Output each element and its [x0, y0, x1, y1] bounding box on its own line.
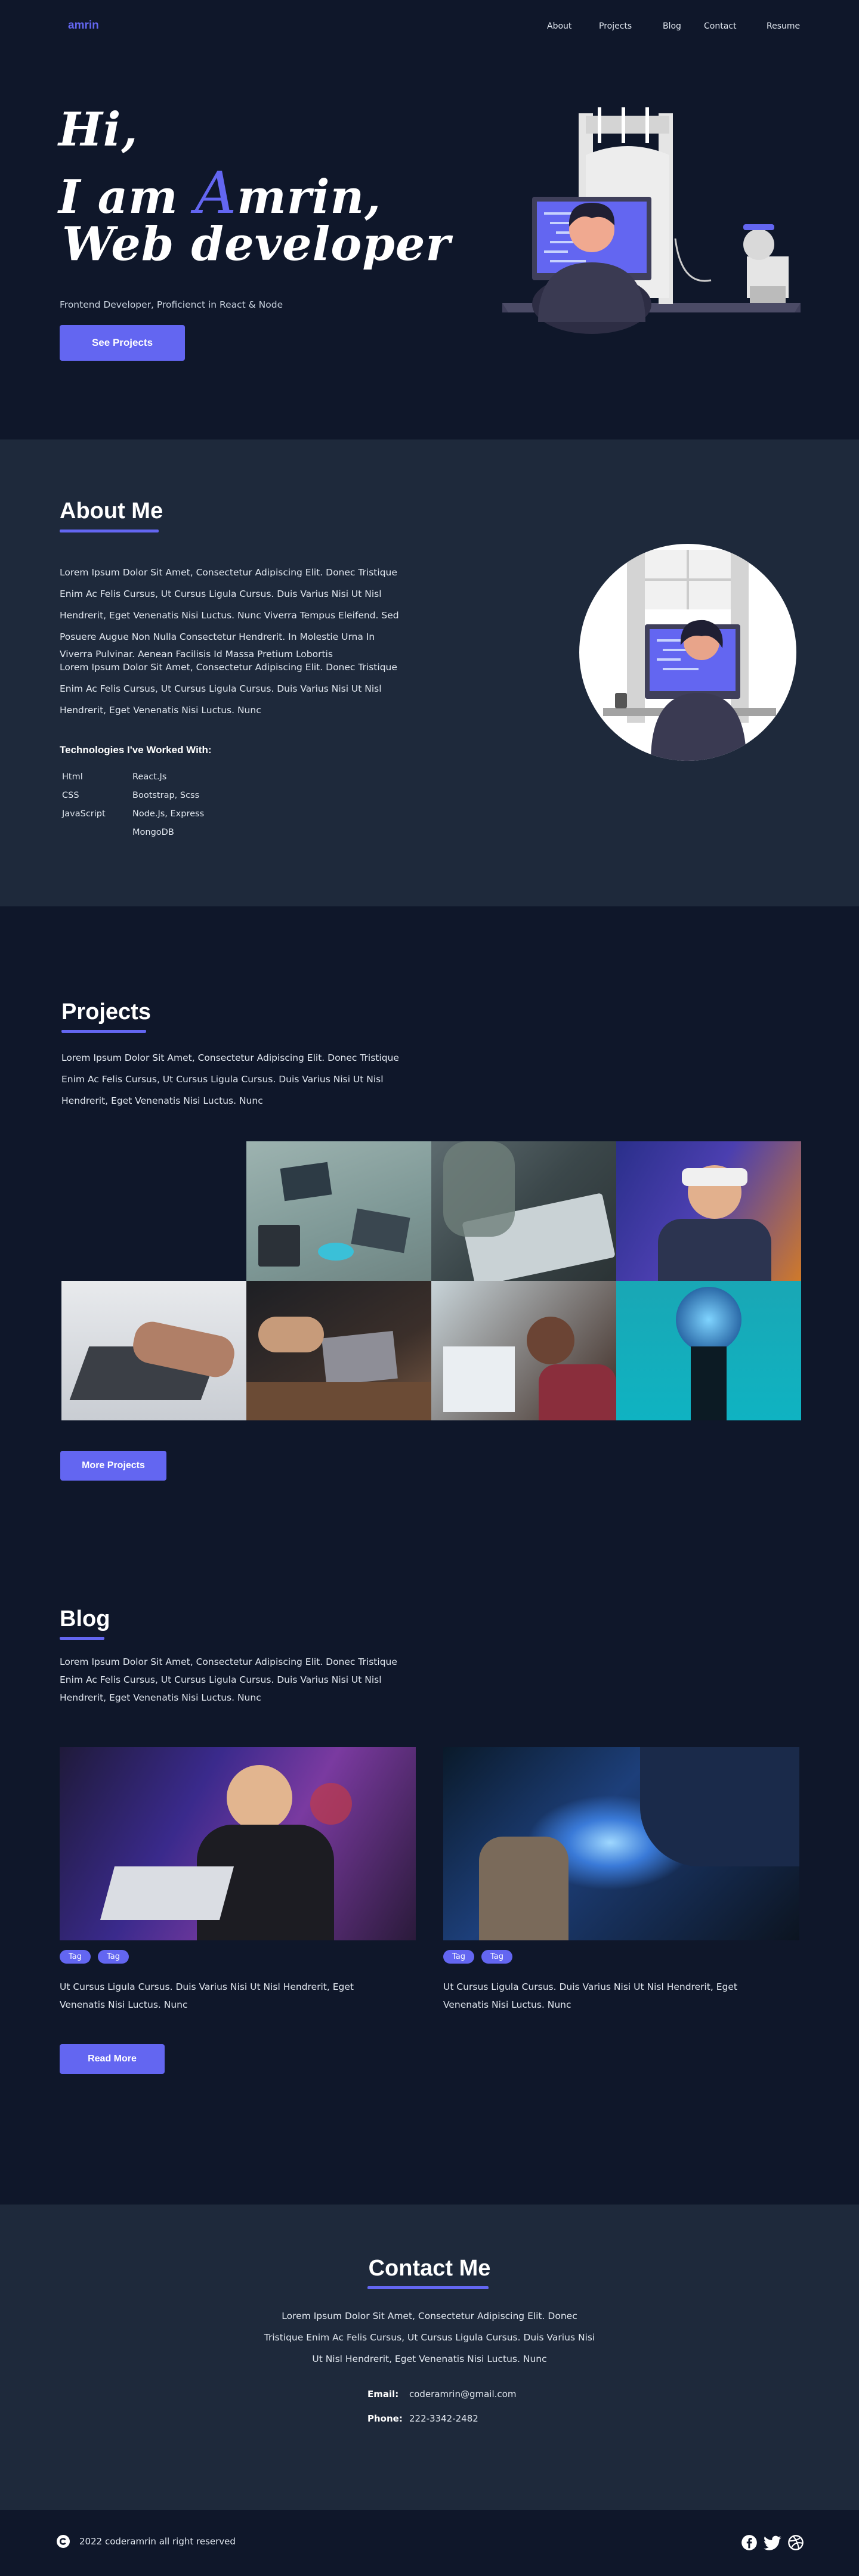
projects-text: Lorem Ipsum Dolor Sit Amet, Consectetur … — [61, 1047, 443, 1111]
about-line: Viverra Pulvinar. Aenean Facilisis Id Ma… — [60, 649, 333, 660]
email-label: Email: — [367, 2389, 399, 2399]
phone-label: Phone: — [367, 2413, 403, 2424]
project-photo-desk-laptops[interactable] — [246, 1141, 431, 1281]
blog-post-excerpt: Ut Cursus Ligula Cursus. Duis Varius Nis… — [60, 1978, 416, 2014]
tech-item: Bootstrap, Scss — [132, 791, 200, 800]
projects-line: Enim Ac Felis Cursus, Ut Cursus Ligula C… — [61, 1074, 384, 1085]
about-title-underline — [60, 530, 159, 532]
project-photo-meeting[interactable] — [246, 1281, 431, 1420]
tech-item: Html — [62, 772, 83, 782]
projects-line: Lorem Ipsum Dolor Sit Amet, Consectetur … — [61, 1052, 399, 1063]
blog-post-image[interactable] — [443, 1747, 799, 1940]
project-photo-group-students[interactable] — [431, 1281, 616, 1420]
blog-post-tags: Tag Tag — [60, 1950, 136, 1964]
contact-line: Ut Nisl Hendrerit, Eget Venenatis Nisi L… — [312, 2354, 547, 2364]
tech-item: MongoDB — [132, 828, 174, 837]
contact-title-underline — [367, 2286, 489, 2289]
about-illustration — [579, 544, 796, 761]
facebook-icon[interactable] — [741, 2534, 758, 2551]
nav-projects[interactable]: Projects — [599, 21, 632, 31]
tag-badge[interactable]: Tag — [481, 1950, 513, 1964]
contact-line: Tristique Enim Ac Felis Cursus, Ut Cursu… — [264, 2332, 595, 2343]
blog-post-tags: Tag Tag — [443, 1950, 520, 1964]
blog-post-excerpt: Ut Cursus Ligula Cursus. Duis Varius Nis… — [443, 1978, 799, 2014]
tech-title: Technologies I've Worked With: — [60, 744, 212, 756]
tech-item: Node.Js, Express — [132, 809, 205, 819]
about-line: Posuere Augue Non Nulla Consectetur Hend… — [60, 631, 375, 642]
blog-title-underline — [60, 1637, 104, 1640]
contact-email-row: Email: coderamrin@gmail.com — [367, 2389, 516, 2399]
hero-subtitle: Frontend Developer, Proficienct in React… — [60, 299, 283, 310]
tag-badge[interactable]: Tag — [443, 1950, 475, 1964]
tag-badge[interactable]: Tag — [60, 1950, 91, 1964]
projects-title-underline — [61, 1030, 146, 1033]
blog-text: Lorem Ipsum Dolor Sit Amet, Consectetur … — [60, 1653, 441, 1707]
copyright-text: 2022 coderamrin all right reserved — [79, 2536, 236, 2547]
contact-phone-row: Phone: 222-3342-2482 — [367, 2413, 478, 2424]
tech-item: JavaScript — [62, 809, 106, 819]
site-logo[interactable]: amrin — [68, 19, 99, 32]
excerpt-line: Ut Cursus Ligula Cursus. Duis Varius Nis… — [60, 1981, 354, 1992]
blog-line: Lorem Ipsum Dolor Sit Amet, Consectetur … — [60, 1657, 397, 1667]
hero-name-post: mrin, — [237, 170, 382, 224]
hero-role: Web developer — [62, 217, 451, 271]
blog-line: Enim Ac Felis Cursus, Ut Cursus Ligula C… — [60, 1674, 382, 1685]
nav-resume[interactable]: Resume — [767, 21, 800, 31]
hero-illustration — [502, 107, 801, 334]
hero-name-pre: I am — [58, 170, 195, 224]
tech-list-left: Html CSS JavaScript — [62, 768, 106, 823]
dribbble-icon[interactable] — [787, 2534, 804, 2551]
about-line: Lorem Ipsum Dolor Sit Amet, Consectetur … — [60, 567, 397, 578]
contact-text: Lorem Ipsum Dolor Sit Amet, Consectetur … — [0, 2305, 859, 2370]
nav-about[interactable]: About — [547, 21, 571, 31]
nav-contact[interactable]: Contact — [704, 21, 736, 31]
hero-greeting: Hi, — [58, 103, 138, 157]
projects-line: Hendrerit, Eget Venenatis Nisi Luctus. N… — [61, 1095, 263, 1106]
contact-title: Contact Me — [368, 2256, 491, 2281]
excerpt-line: Ut Cursus Ligula Cursus. Duis Varius Nis… — [443, 1981, 737, 1992]
tech-list-right: React.Js Bootstrap, Scss Node.Js, Expres… — [132, 768, 204, 842]
about-line: Hendrerit, Eget Venenatis Nisi Luctus. N… — [60, 705, 261, 716]
contact-line: Lorem Ipsum Dolor Sit Amet, Consectetur … — [282, 2311, 577, 2321]
excerpt-line: Venenatis Nisi Luctus. Nunc — [60, 1999, 188, 2010]
about-line: Enim Ac Felis Cursus, Ut Cursus Ligula C… — [60, 683, 382, 694]
twitter-icon[interactable] — [764, 2535, 781, 2551]
project-photo-typing-laptop[interactable] — [61, 1281, 246, 1420]
projects-title: Projects — [61, 999, 151, 1024]
project-photo-tattoo-laptop[interactable] — [431, 1141, 616, 1281]
about-line: Hendrerit, Eget Venenatis Nisi Luctus. N… — [60, 610, 399, 621]
read-more-button[interactable]: Read More — [60, 2044, 165, 2074]
tech-item: CSS — [62, 791, 79, 800]
project-photo-vr-headset[interactable] — [616, 1141, 801, 1281]
blog-post-image[interactable] — [60, 1747, 416, 1940]
about-line: Lorem Ipsum Dolor Sit Amet, Consectetur … — [60, 662, 397, 673]
copyright-icon — [57, 2535, 70, 2548]
more-projects-button[interactable]: More Projects — [60, 1451, 166, 1481]
phone-link[interactable]: 222-3342-2482 — [409, 2413, 478, 2424]
tech-item: React.Js — [132, 772, 167, 782]
tag-badge[interactable]: Tag — [98, 1950, 129, 1964]
see-projects-button[interactable]: See Projects — [60, 325, 185, 361]
email-link[interactable]: coderamrin@gmail.com — [409, 2389, 516, 2399]
blog-line: Hendrerit, Eget Venenatis Nisi Luctus. N… — [60, 1692, 261, 1703]
project-photo-glass-globe[interactable] — [616, 1281, 801, 1420]
about-line: Enim Ac Felis Cursus, Ut Cursus Ligula C… — [60, 589, 382, 599]
about-title: About Me — [60, 499, 163, 524]
excerpt-line: Venenatis Nisi Luctus. Nunc — [443, 1999, 571, 2010]
blog-title: Blog — [60, 1606, 110, 1631]
nav-blog[interactable]: Blog — [663, 21, 681, 31]
about-text: Lorem Ipsum Dolor Sit Amet, Consectetur … — [60, 562, 430, 721]
